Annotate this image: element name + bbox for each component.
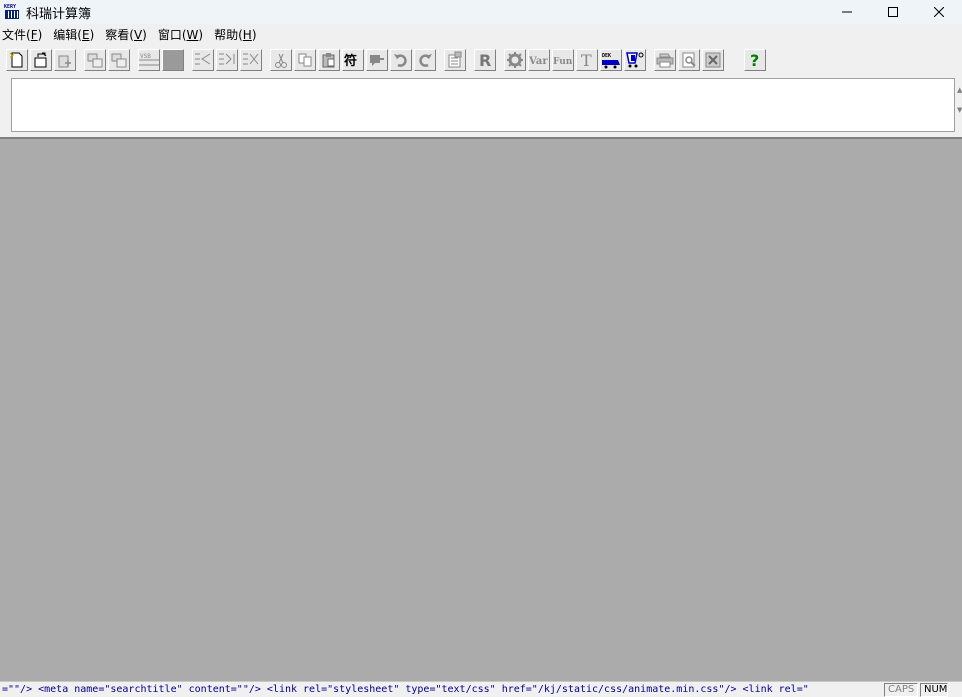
text-icon: T [581,51,592,69]
paste-icon [322,53,335,68]
menu-help[interactable]: 帮助(H) [212,26,263,43]
copy-button[interactable] [294,49,316,71]
copy-icon [298,53,312,67]
save-file-button[interactable] [54,49,76,71]
r-icon: R [479,51,491,69]
menu-window[interactable]: 窗口(W) [156,26,210,43]
toolbar: VSB 符 R Var Fun T DEK ? [0,46,962,74]
fill-block-button[interactable] [162,49,184,71]
formula-scroll-arrows[interactable]: ▲ ▼ [957,80,962,130]
scissors-icon [275,53,287,68]
printer-icon [656,53,674,68]
menu-file[interactable]: 文件(F) [0,26,49,43]
menu-bar: 文件(F) 编辑(E) 察看(V) 窗口(W) 帮助(H) [0,25,962,44]
svg-text:Fun: Fun [553,57,573,67]
menu-edit[interactable]: 编辑(E) [51,26,101,43]
symbol-icon: 符 [344,53,357,69]
align-center-button[interactable] [216,49,238,71]
svg-text:符: 符 [344,53,357,69]
minimize-button[interactable] [824,0,870,24]
document-icon [448,51,462,68]
r-button[interactable]: R [474,49,496,71]
cut-button[interactable] [270,49,292,71]
properties-button[interactable] [444,49,466,71]
align-right-button[interactable] [240,49,262,71]
svg-text:R: R [479,51,491,69]
title-bar[interactable]: KERY 科瑞计算簿 [0,0,962,24]
svg-text:VSB: VSB [140,53,151,60]
menu-view[interactable]: 察看(V) [103,26,154,43]
align-right-icon [243,53,259,65]
open-file-button[interactable] [30,49,52,71]
calculator-icon [626,52,644,68]
maximize-button[interactable] [870,0,916,24]
scroll-up-icon[interactable]: ▲ [957,80,962,100]
function-button[interactable]: Fun [552,49,574,71]
help-icon: ? [750,51,759,69]
insert-row-button[interactable] [84,49,106,71]
undo-button[interactable] [390,49,412,71]
dek-icon: DEK [602,53,620,69]
close-icon [934,7,944,17]
dek-button[interactable]: DEK [600,49,622,71]
settings-button[interactable] [504,49,526,71]
app-logo-icon: KERY [4,4,20,20]
function-icon: Fun [553,57,573,67]
svg-text:?: ? [750,51,759,69]
format-icon [370,55,384,66]
maximize-icon [888,7,898,17]
calculator-button[interactable] [624,49,646,71]
redo-icon [419,54,432,67]
new-file-button[interactable] [6,49,28,71]
vsb-icon: VSB [139,53,159,66]
formula-input[interactable] [11,78,955,132]
open-file-icon [34,52,47,68]
paste-button[interactable] [318,49,340,71]
num-lock-indicator: NUM [920,682,948,697]
redo-button[interactable] [414,49,436,71]
save-file-icon [58,55,71,68]
svg-text:DEK: DEK [602,53,611,59]
align-left-icon [195,53,211,65]
svg-text:Var: Var [529,56,548,67]
print-preview-button[interactable] [678,49,700,71]
print-preview-icon [682,52,696,68]
symbol-button[interactable]: 符 [342,49,364,71]
close-document-button[interactable] [702,49,724,71]
vsb-button[interactable]: VSB [138,49,160,71]
workspace-area[interactable] [0,137,962,681]
print-button[interactable] [654,49,676,71]
text-button[interactable]: T [576,49,598,71]
status-bar: =""/> <meta name="searchtitle" content="… [0,681,962,697]
scroll-down-icon[interactable]: ▼ [957,100,962,120]
variable-icon: Var [529,56,548,67]
format-button[interactable] [366,49,388,71]
gear-icon [507,52,523,68]
fill-block-icon [164,51,182,69]
close-button[interactable] [916,0,962,24]
window-title: 科瑞计算簿 [26,6,92,22]
help-button[interactable]: ? [744,49,766,71]
delete-row-icon [111,53,127,68]
undo-icon [394,54,407,67]
new-file-icon [9,52,23,68]
svg-text:T: T [581,51,592,69]
variable-button[interactable]: Var [528,49,550,71]
minimize-icon [842,11,852,13]
status-message: =""/> <meta name="searchtitle" content="… [2,683,809,695]
delete-row-button[interactable] [108,49,130,71]
insert-row-icon [87,53,103,68]
align-left-button[interactable] [192,49,214,71]
align-center-icon [219,53,235,65]
close-document-icon [705,52,721,68]
caps-lock-indicator: CAPS [884,682,918,697]
